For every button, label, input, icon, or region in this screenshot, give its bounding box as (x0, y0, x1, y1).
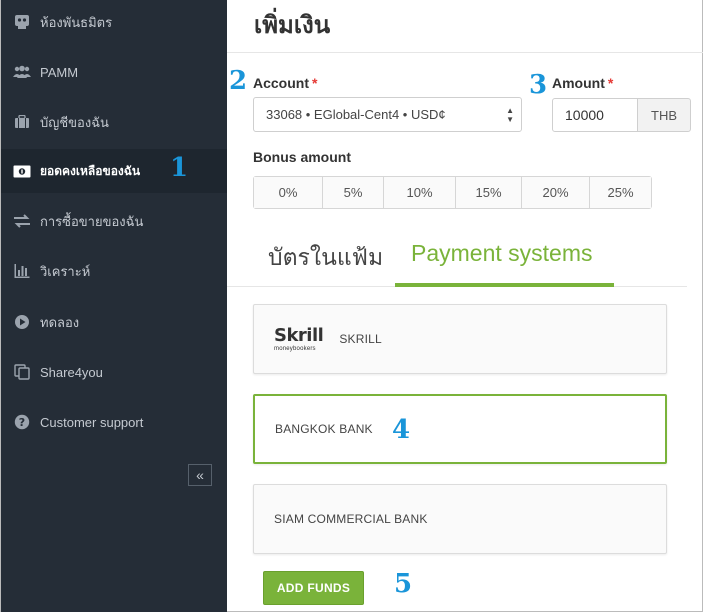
bonus-options: 0% 5% 10% 15% 20% 25% (253, 176, 652, 209)
account-select[interactable]: 33068 • EGlobal-Cent4 • USD¢ ▲ ▼ (253, 97, 522, 132)
bonus-option-0[interactable]: 0% (254, 177, 323, 208)
sidebar: ห้องพันธมิตร PAMM บัญชีของฉัน ยอดคงเหลือ… (0, 0, 228, 612)
amount-label-text: Amount (552, 75, 605, 91)
sidebar-item-pamm[interactable]: PAMM (1, 50, 228, 94)
payment-option-bangkok-bank[interactable]: BANGKOK BANK (253, 394, 667, 464)
account-label-text: Account (253, 75, 309, 91)
annotation-5: 5 (394, 569, 413, 599)
briefcase-icon (13, 113, 31, 131)
help-icon: ? (13, 413, 31, 431)
bonus-option-5[interactable]: 5% (323, 177, 384, 208)
copy-icon (13, 363, 31, 381)
divider (227, 52, 703, 53)
account-select-value: 33068 • EGlobal-Cent4 • USD¢ (266, 107, 446, 122)
add-funds-panel: เพิ่มเงิน Account * 33068 • EGlobal-Cent4… (227, 0, 703, 612)
sidebar-item-label: ทดลอง (40, 314, 80, 330)
required-mark: * (312, 75, 318, 91)
sidebar-item-my-trades[interactable]: การซื้อขายของฉัน (1, 199, 228, 243)
sidebar-collapse-button[interactable]: « (188, 464, 212, 486)
sidebar-item-label: PAMM (40, 64, 79, 80)
payment-option-label: SIAM COMMERCIAL BANK (274, 512, 428, 526)
payment-option-skrill[interactable]: Skrill moneybookers SKRILL (253, 304, 667, 374)
skrill-logo-subtext: moneybookers (274, 345, 316, 352)
amount-input[interactable]: 10000 (552, 98, 638, 132)
money-icon (13, 162, 31, 180)
bonus-amount-label: Bonus amount (253, 149, 351, 165)
sidebar-item-my-accounts[interactable]: บัญชีของฉัน (1, 100, 228, 144)
payment-option-siam-commercial-bank[interactable]: SIAM COMMERCIAL BANK (253, 484, 667, 554)
skrill-logo-text: Skrill (274, 324, 324, 346)
transfer-arrows-icon (13, 212, 31, 230)
sidebar-item-label: ยอดคงเหลือของฉัน (40, 163, 141, 178)
annotation-3: 3 (529, 70, 548, 100)
sidebar-item-share4you[interactable]: Share4you (1, 350, 228, 394)
annotation-4: 4 (392, 415, 411, 445)
add-funds-button[interactable]: ADD FUNDS (263, 571, 364, 605)
sidebar-item-label: Customer support (40, 414, 144, 430)
required-mark: * (607, 75, 614, 91)
sidebar-item-my-balance[interactable]: ยอดคงเหลือของฉัน (1, 149, 228, 193)
payment-option-label: BANGKOK BANK (275, 422, 373, 436)
svg-text:?: ? (19, 416, 25, 429)
sidebar-item-demo[interactable]: ทดลอง (1, 300, 228, 344)
amount-label: Amount * (552, 75, 613, 91)
bonus-option-25[interactable]: 25% (590, 177, 651, 208)
partner-room-icon (13, 13, 31, 31)
bar-chart-icon (13, 262, 31, 280)
annotation-2: 2 (229, 66, 248, 96)
bonus-option-15[interactable]: 15% (456, 177, 522, 208)
users-icon (13, 63, 31, 81)
payment-option-label: SKRILL (339, 332, 382, 346)
sidebar-item-label: การซื้อขายของฉัน (40, 213, 144, 229)
active-tab-indicator (395, 283, 614, 287)
tab-saved-cards[interactable]: บัตรในแฟ้ม (268, 240, 383, 276)
sidebar-item-label: บัญชีของฉัน (40, 114, 109, 130)
skrill-logo: Skrill moneybookers (274, 324, 324, 352)
amount-currency: THB (637, 98, 691, 132)
select-arrows-icon: ▲ ▼ (506, 106, 514, 124)
sidebar-item-label: วิเคราะห์ (40, 263, 91, 279)
sidebar-item-label: Share4you (40, 364, 103, 380)
play-circle-icon (13, 313, 31, 331)
account-label: Account * (253, 75, 317, 91)
sidebar-item-customer-support[interactable]: ? Customer support (1, 400, 228, 444)
annotation-1: 1 (170, 153, 189, 183)
sidebar-item-analytics[interactable]: วิเคราะห์ (1, 249, 228, 293)
tab-payment-systems[interactable]: Payment systems (411, 240, 593, 267)
page-title: เพิ่มเงิน (254, 12, 331, 39)
sidebar-item-label: ห้องพันธมิตร (40, 14, 113, 30)
bonus-option-20[interactable]: 20% (522, 177, 590, 208)
bonus-option-10[interactable]: 10% (384, 177, 456, 208)
sidebar-item-partner-room[interactable]: ห้องพันธมิตร (1, 0, 228, 44)
